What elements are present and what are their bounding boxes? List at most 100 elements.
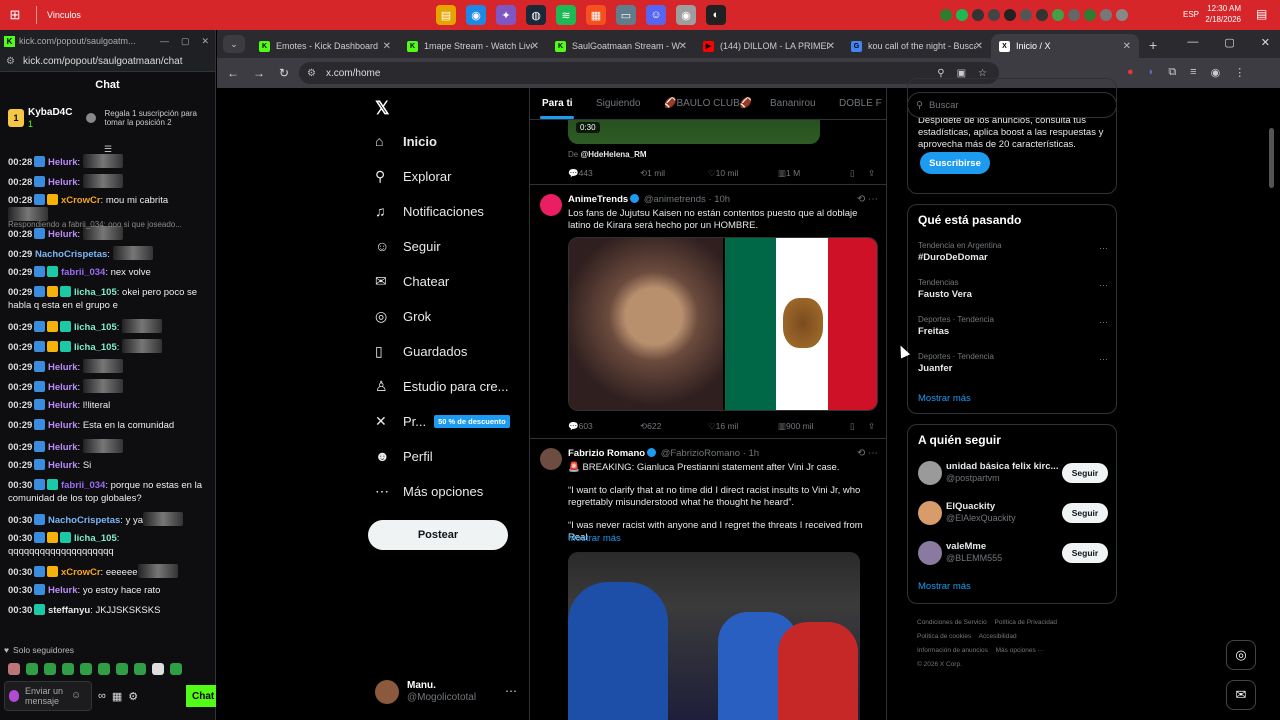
emote-icon[interactable]: [44, 663, 56, 675]
tray-icon[interactable]: [988, 9, 1000, 21]
emote-icon[interactable]: [152, 663, 164, 675]
account-switcher[interactable]: Manu. @Mogolicototal ⋯: [375, 680, 517, 704]
tab-search-icon[interactable]: ⌄: [223, 35, 245, 53]
x-logo-icon[interactable]: 𝕏: [375, 98, 390, 119]
message-username[interactable]: xCrowCr: [61, 567, 101, 578]
minimize-icon[interactable]: —: [1187, 36, 1198, 49]
tweet-handle[interactable]: @FabrizioRomano: [661, 448, 740, 459]
message-username[interactable]: Helurk: [48, 460, 78, 471]
tweet-time[interactable]: 10h: [714, 194, 730, 205]
browser-tab[interactable]: Gkou call of the night - Busca ✕: [843, 34, 991, 58]
more-icon[interactable]: ⋯: [505, 684, 517, 698]
footer-link[interactable]: Política de Privacidad: [995, 619, 1058, 626]
spotify-icon[interactable]: ≋: [556, 5, 576, 25]
address-bar[interactable]: ⚙ x.com/home ⚲ ▣ ☆: [299, 62, 999, 84]
maximize-icon[interactable]: ▢: [181, 36, 190, 47]
emote-icon[interactable]: [98, 663, 110, 675]
extensions-icon[interactable]: ⧉: [1168, 66, 1176, 79]
zoom-icon[interactable]: ⚲: [937, 68, 944, 79]
nav-item[interactable]: ☺ Seguir: [375, 238, 441, 254]
share-icon[interactable]: ⇪: [868, 421, 875, 432]
clock[interactable]: 12:30 AM 2/18/2026: [1201, 3, 1241, 25]
forward-icon[interactable]: →: [253, 66, 269, 80]
browser-tab[interactable]: K 1mape Stream - Watch Live ✕: [399, 34, 547, 58]
message-username[interactable]: licha_105: [74, 287, 117, 298]
avatar[interactable]: [918, 461, 942, 485]
nav-item[interactable]: ⋯ Más opciones: [375, 483, 483, 500]
views-button[interactable]: ▥ 900 mil: [778, 421, 813, 432]
message-username[interactable]: Helurk: [48, 382, 78, 393]
close-icon[interactable]: ✕: [201, 36, 209, 47]
tweet-image[interactable]: [568, 237, 878, 411]
emote-icon[interactable]: [116, 663, 128, 675]
microphone-icon[interactable]: [9, 690, 19, 702]
close-tab-icon[interactable]: ✕: [531, 41, 539, 52]
file-explorer-icon[interactable]: ▤: [436, 5, 456, 25]
tray-icon[interactable]: [1052, 9, 1064, 21]
follow-button[interactable]: Seguir: [1062, 543, 1108, 563]
more-icon[interactable]: ⋯: [1099, 280, 1108, 291]
footer-link[interactable]: Accesibilidad: [979, 633, 1017, 640]
tab-bananirou[interactable]: Bananirou: [770, 98, 816, 109]
tray-icon[interactable]: [1036, 9, 1048, 21]
message-username[interactable]: licha_105: [74, 533, 117, 544]
wifi-icon[interactable]: [1100, 9, 1112, 21]
nav-item[interactable]: ◎ Grok: [375, 308, 431, 325]
maximize-icon[interactable]: ▢: [1224, 36, 1234, 49]
chat-send-button[interactable]: Chat: [186, 685, 216, 707]
follow-suggestion[interactable]: valeMme @BLEMM555 Seguir: [918, 539, 1108, 569]
tray-icon[interactable]: [1084, 9, 1096, 21]
tray-icon[interactable]: [1004, 9, 1016, 21]
avatar[interactable]: [540, 448, 562, 470]
bookmark-icon[interactable]: ▯: [850, 421, 855, 432]
tray-icon[interactable]: [940, 9, 952, 21]
follow-button[interactable]: Seguir: [1062, 463, 1108, 483]
steam-icon[interactable]: ◍: [526, 5, 546, 25]
tab-siguiendo[interactable]: Siguiendo: [596, 98, 640, 109]
trend-item[interactable]: Deportes · Tendencia Juanfer ⋯: [918, 352, 1108, 374]
message-username[interactable]: fabrii_034: [61, 480, 105, 491]
tray-icon[interactable]: [1020, 9, 1032, 21]
byline-handle[interactable]: @HdeHelena_RM: [580, 150, 646, 159]
follow-button[interactable]: Seguir: [1062, 503, 1108, 523]
close-tab-icon[interactable]: ✕: [1123, 41, 1131, 52]
close-tab-icon[interactable]: ✕: [383, 41, 391, 52]
grok-icon[interactable]: ◎: [1226, 640, 1256, 670]
infinity-icon[interactable]: ∞: [98, 690, 106, 702]
copilot-icon[interactable]: ✦: [496, 5, 516, 25]
views-button[interactable]: ▥ 1 M: [778, 168, 800, 179]
retweet-button[interactable]: ⟲ 622: [640, 421, 661, 432]
message-username[interactable]: Helurk: [48, 362, 78, 373]
chrome-active-icon[interactable]: ◉: [676, 5, 696, 25]
gift-prompt[interactable]: Regala 1 suscripción para tomar la posic…: [104, 109, 204, 127]
new-tab-button[interactable]: +: [1149, 37, 1157, 53]
reload-icon[interactable]: ↻: [279, 66, 295, 80]
message-username[interactable]: Helurk: [48, 157, 78, 168]
avatar[interactable]: [918, 501, 942, 525]
start-icon[interactable]: ⊞: [0, 0, 30, 30]
nav-item[interactable]: ✉ Chatear: [375, 273, 449, 290]
message-username[interactable]: licha_105: [74, 322, 117, 333]
cast-icon[interactable]: ▣: [957, 68, 966, 79]
site-info-icon[interactable]: ⚙: [6, 56, 15, 67]
more-icon[interactable]: ⋯: [1099, 243, 1108, 254]
message-username[interactable]: fabrii_034: [61, 267, 105, 278]
footer-link[interactable]: Más opciones ···: [996, 647, 1044, 654]
bookmark-icon[interactable]: ▯: [850, 168, 855, 179]
message-username[interactable]: steffanyu: [48, 605, 90, 616]
emoji-icon[interactable]: ☺: [71, 691, 81, 701]
browser-tab[interactable]: ▶ (144) DILLOM - LA PRIMERA ✕: [695, 34, 843, 58]
tray-icon[interactable]: [956, 9, 968, 21]
emote-icon[interactable]: [26, 663, 38, 675]
reply-button[interactable]: 💬 443: [568, 168, 593, 179]
notification-icon[interactable]: ▤: [1256, 7, 1267, 21]
more-icon[interactable]: ⟲ ⋯: [857, 194, 878, 205]
more-icon[interactable]: ⟲ ⋯: [857, 448, 878, 459]
message-username[interactable]: NachoCrispetas: [48, 515, 120, 526]
message-username[interactable]: licha_105: [74, 342, 117, 353]
message-username[interactable]: Helurk: [48, 229, 78, 240]
nav-item[interactable]: ⌂ Inicio: [375, 133, 437, 149]
obs-icon[interactable]: ◐: [706, 5, 726, 25]
extension-icon[interactable]: ◗: [1148, 66, 1155, 79]
post-button[interactable]: Postear: [368, 520, 508, 550]
